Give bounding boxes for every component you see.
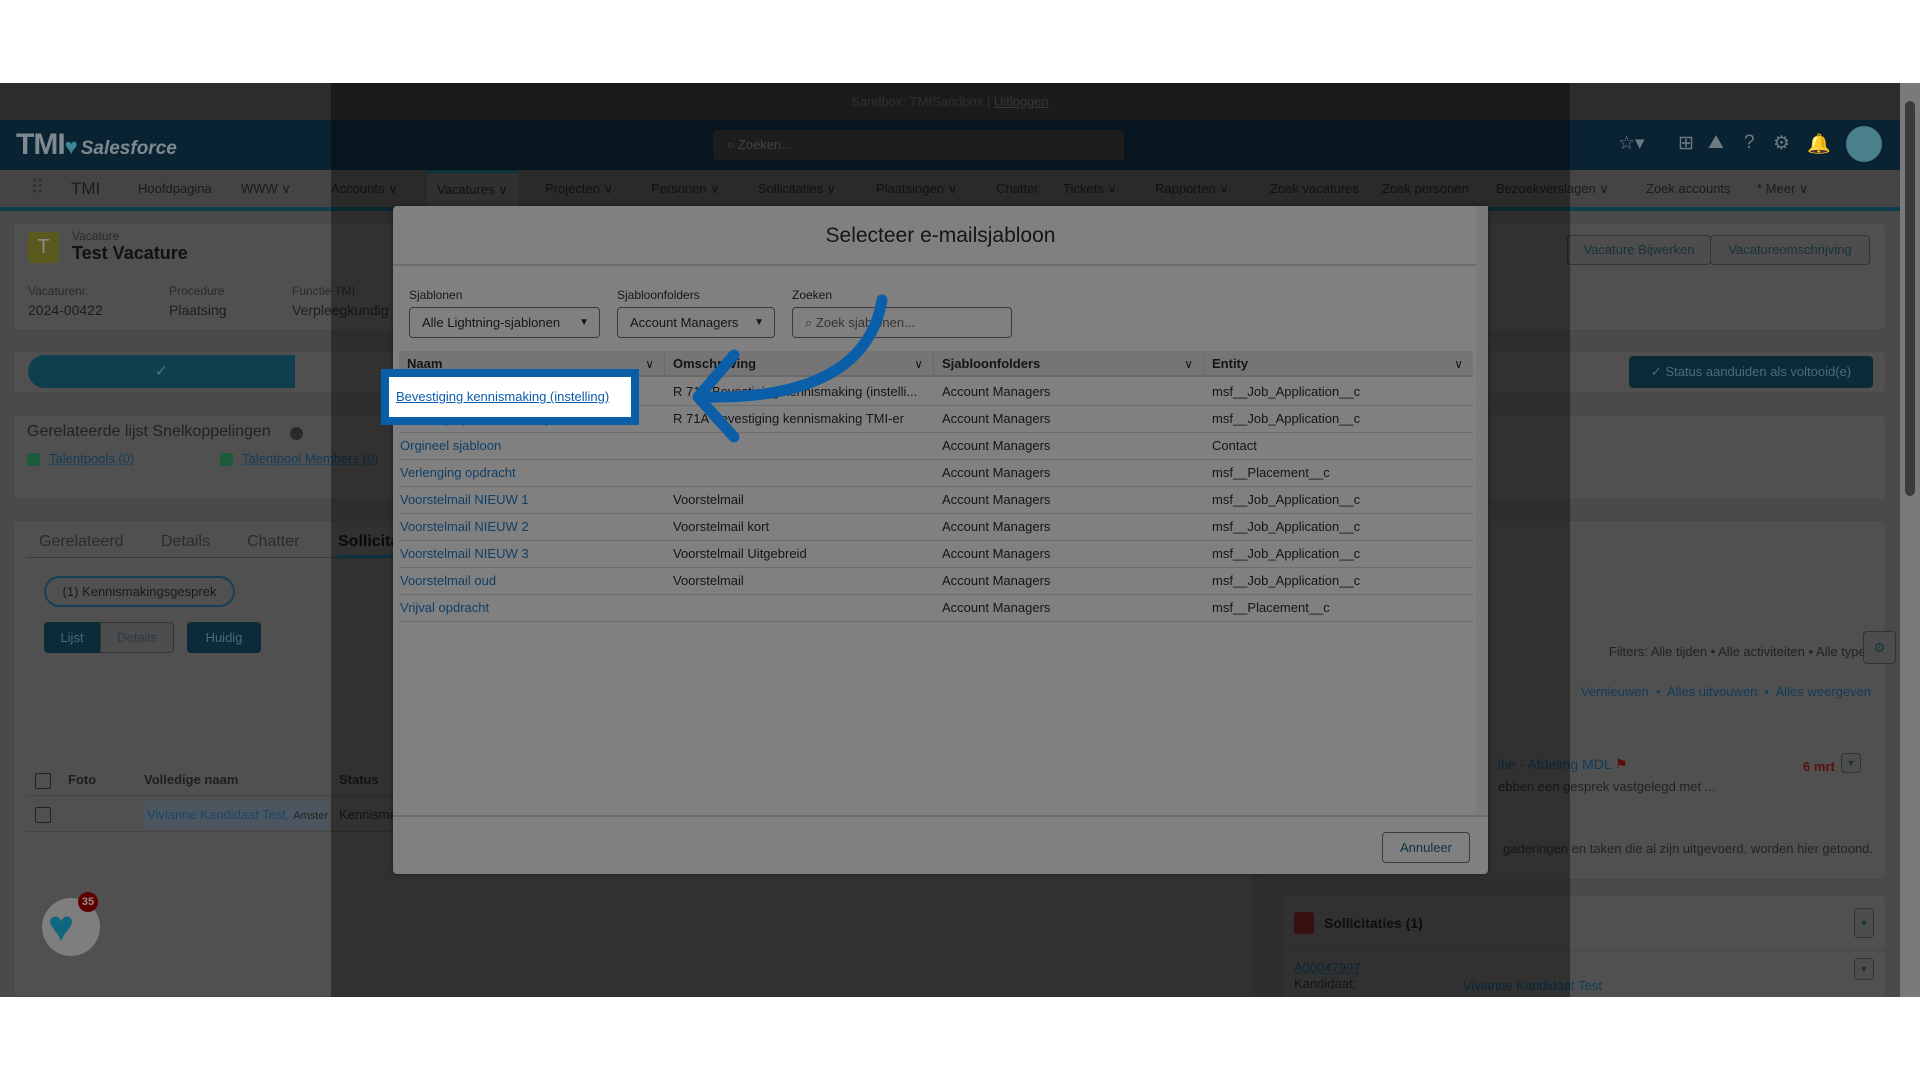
salesforce-app: Sandbox: TMISandbox | Uitloggen TMI♥ Sale… [0,83,1920,997]
annotation-arrow [692,294,888,443]
arrow-shaft [696,294,888,403]
